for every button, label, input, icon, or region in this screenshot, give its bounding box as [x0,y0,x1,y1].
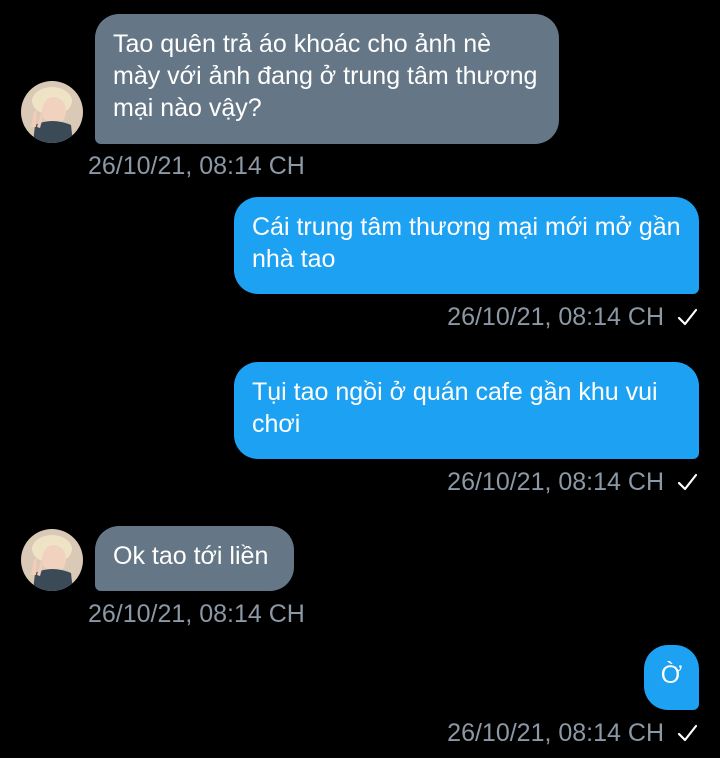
outgoing-message-bubble[interactable]: Ờ [644,645,699,710]
message-timestamp-row: 26/10/21, 08:14 CH [447,718,698,748]
message-timestamp: 26/10/21, 08:14 CH [447,303,664,331]
check-icon [677,308,698,326]
incoming-message-bubble[interactable]: Tao quên trả áo khoác cho ảnh nè mày với… [95,14,559,144]
message-text: Tao quên trả áo khoác cho ảnh nè mày với… [113,30,538,122]
avatar[interactable] [21,529,83,591]
incoming-message-bubble[interactable]: Ok tao tới liền [95,526,294,591]
message-text: Tụi tao ngồi ở quán cafe gần khu vui chơ… [252,378,658,438]
message-text: Ok tao tới liền [113,542,269,570]
check-icon [677,724,698,742]
message-timestamp: 26/10/21, 08:14 CH [88,152,305,180]
message-timestamp: 26/10/21, 08:14 CH [447,468,664,496]
message-timestamp: 26/10/21, 08:14 CH [88,600,305,628]
message-text: Ờ [660,661,683,689]
outgoing-message-bubble[interactable]: Tụi tao ngồi ở quán cafe gần khu vui chơ… [234,362,699,459]
message-timestamp-row: 26/10/21, 08:14 CH [447,467,698,497]
user-avatar-icon [21,529,83,591]
message-timestamp: 26/10/21, 08:14 CH [447,719,664,747]
outgoing-message-bubble[interactable]: Cái trung tâm thương mại mới mở gần nhà … [234,197,699,294]
check-icon [677,473,698,491]
user-avatar-icon [21,81,83,143]
message-text: Cái trung tâm thương mại mới mở gần nhà … [252,213,681,273]
message-timestamp-row: 26/10/21, 08:14 CH [447,302,698,332]
avatar[interactable] [21,81,83,143]
